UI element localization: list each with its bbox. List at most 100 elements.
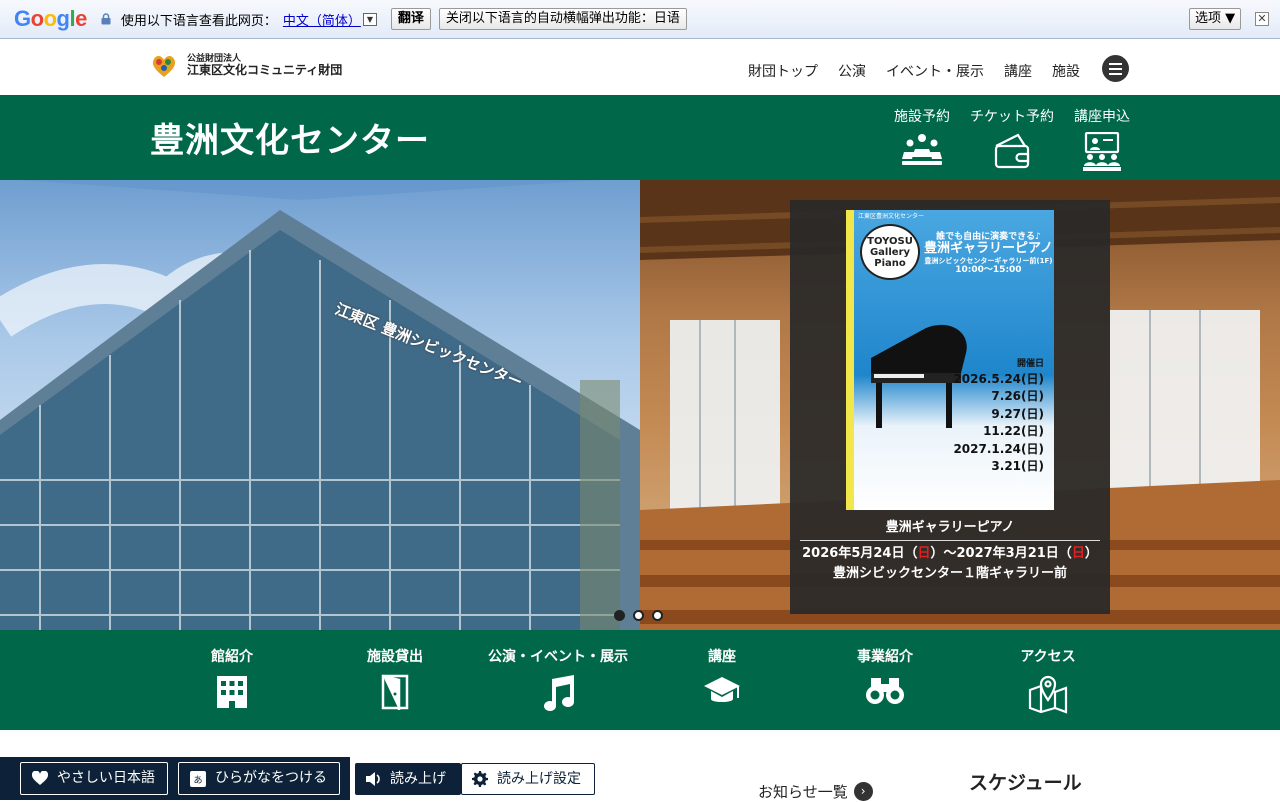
poster-hours: 10:00〜15:00 xyxy=(955,265,1022,276)
hamburger-menu-icon[interactable] xyxy=(1102,55,1129,82)
music-note-icon xyxy=(544,675,574,712)
slide-dot[interactable] xyxy=(633,610,644,621)
nav-facilities[interactable]: 施設 xyxy=(1052,61,1080,81)
ticket-icon xyxy=(994,133,1030,169)
top-nav: 財団トップ 公演 イベント・展示 講座 施設 xyxy=(748,61,1080,81)
add-hiragana-button[interactable]: あ ひらがなをつける xyxy=(178,762,340,795)
quick-link-label: チケット予約 xyxy=(970,109,1054,125)
org-logo[interactable]: 公益財団法人 江東区文化コミュニティ財団 xyxy=(150,53,342,79)
event-title: 豊洲ギャラリーピアノ xyxy=(885,520,1015,535)
nav-item-label: アクセス xyxy=(1020,649,1076,665)
svg-text:あ: あ xyxy=(193,775,202,786)
quick-link-label: 施設予約 xyxy=(894,109,950,125)
page-title: 豊洲文化センター xyxy=(150,121,430,161)
easy-japanese-label: やさしい日本語 xyxy=(57,770,155,786)
read-aloud-settings-button[interactable]: 読み上げ設定 xyxy=(461,763,595,795)
options-button[interactable]: 选项 ▼ xyxy=(1189,8,1242,30)
poster-badge-line: TOYOSU xyxy=(867,236,913,247)
poster-header: 江東区豊洲文化センター xyxy=(858,213,925,220)
event-date-end: ） xyxy=(1084,546,1098,561)
door-icon xyxy=(381,674,409,710)
nav-item-label: 講座 xyxy=(708,649,736,665)
nav-events-exhibits[interactable]: イベント・展示 xyxy=(886,61,984,81)
section-nav: 館紹介 施設貸出 公演・イベント・展示 講座 事業紹介 アクセス xyxy=(0,630,1280,730)
poster-date: 9.27(日) xyxy=(991,406,1044,421)
event-date: 2026年5月24日（日）～2027年3月21日（日） xyxy=(790,542,1110,561)
foundation-mark-icon xyxy=(150,53,178,79)
graduation-cap-icon xyxy=(704,677,740,702)
people-meeting-icon xyxy=(902,134,942,165)
speaker-icon xyxy=(366,772,380,786)
nav-item-label: 事業紹介 xyxy=(857,649,913,665)
binoculars-icon xyxy=(866,678,904,704)
translate-bar: Google 使用以下语言查看此网页： 中文（简体） ▼ 翻译 关闭以下语言的自… xyxy=(0,0,1280,39)
slide-dot[interactable] xyxy=(652,610,663,621)
nav-performances-events[interactable]: 公演・イベント・展示 xyxy=(483,646,633,712)
add-hiragana-label: ひらがなをつける xyxy=(215,770,327,786)
poster-date: 2027.1.24(日) xyxy=(953,441,1044,456)
hero-slider: 江東区 豊洲シビックセンター 江東区豊洲文化センター TOYOSU Galler… xyxy=(0,180,1280,630)
google-logo: Google xyxy=(14,6,87,31)
translate-button[interactable]: 翻译 xyxy=(390,8,431,30)
poster-date: 3.21(日) xyxy=(991,459,1044,473)
title-band: 豊洲文化センター 施設予約 チケット予約 講座申込 xyxy=(0,95,1280,180)
chevron-right-icon: › xyxy=(853,782,873,801)
disable-auto-banner-button[interactable]: 关闭以下语言的自动横幅弹出功能：日语 xyxy=(438,8,687,30)
poster-dates-label: 開催日 xyxy=(1016,359,1044,369)
poster-subtitle: 豊洲シビックセンターギャラリー前(1F) xyxy=(924,257,1053,266)
close-icon[interactable]: ✕ xyxy=(1255,12,1269,26)
site-header: 公益財団法人 江東区文化コミュニティ財団 財団トップ 公演 イベント・展示 講座… xyxy=(0,40,1280,95)
poster-date: 11.22(日) xyxy=(983,424,1044,439)
holiday-mark: 日 xyxy=(917,546,931,561)
poster-date: 2026.5.24(日) xyxy=(953,372,1044,387)
read-aloud-button[interactable]: 読み上げ xyxy=(355,763,461,795)
nav-access[interactable]: アクセス xyxy=(973,646,1123,714)
heart-icon xyxy=(32,771,48,785)
poster-date: 7.26(日) xyxy=(991,389,1044,404)
quick-link-course-application[interactable]: 講座申込 xyxy=(1057,106,1147,172)
nav-facility-rental[interactable]: 施設貸出 xyxy=(320,646,470,710)
poster-badge: TOYOSU Gallery Piano xyxy=(860,224,920,280)
gear-icon xyxy=(472,771,488,787)
language-select[interactable]: 中文（简体） xyxy=(283,10,361,29)
poster-badge-line: Gallery xyxy=(869,247,911,258)
translate-prompt: 使用以下语言查看此网页： xyxy=(120,13,277,29)
nav-courses[interactable]: 講座 xyxy=(647,646,797,708)
nav-item-label: 施設貸出 xyxy=(367,649,423,665)
poster-title: 誰でも自由に演奏できる♪ 豊洲ギャラリーピアノ 豊洲シビックセンターギャラリー前… xyxy=(924,232,1053,276)
slide-pagination xyxy=(614,610,663,621)
nav-performances[interactable]: 公演 xyxy=(838,61,866,81)
furigana-icon: あ xyxy=(190,771,206,787)
poster-main-title: 豊洲ギャラリーピアノ xyxy=(924,241,1053,257)
divider xyxy=(800,540,1100,541)
easy-japanese-button[interactable]: やさしい日本語 xyxy=(20,762,168,795)
lock-icon xyxy=(101,13,111,25)
schedule-heading: スケジュール xyxy=(969,772,1082,794)
poster-dates: 開催日 2026.5.24(日) 7.26(日) 9.27(日) 11.22(日… xyxy=(953,358,1044,475)
read-aloud-settings-label: 読み上げ設定 xyxy=(497,771,581,787)
quick-link-facility-booking[interactable]: 施設予約 xyxy=(877,106,967,168)
event-card[interactable]: 江東区豊洲文化センター TOYOSU Gallery Piano 誰でも自由に演… xyxy=(790,200,1110,614)
event-date-mid: ）～2027年3月21日（ xyxy=(930,546,1072,561)
nav-foundation-top[interactable]: 財団トップ xyxy=(748,61,818,81)
nav-about-hall[interactable]: 館紹介 xyxy=(157,646,307,708)
map-pin-icon xyxy=(1028,675,1068,714)
quick-link-ticket-booking[interactable]: チケット予約 xyxy=(967,106,1057,170)
news-list-link[interactable]: お知らせ一覧 › xyxy=(758,781,873,802)
building-photo: 江東区 豊洲シビックセンター xyxy=(0,180,640,630)
read-aloud-label: 読み上げ xyxy=(390,771,446,787)
event-date-start: 2026年5月24日（ xyxy=(802,546,918,561)
poster-badge-line: Piano xyxy=(874,258,906,269)
nav-item-label: 館紹介 xyxy=(211,649,253,665)
building-icon xyxy=(217,676,247,708)
nav-projects[interactable]: 事業紹介 xyxy=(810,646,960,706)
news-list-label: お知らせ一覧 xyxy=(758,783,848,801)
event-venue: 豊洲シビックセンター１階ギャラリー前 xyxy=(832,566,1067,581)
nav-courses[interactable]: 講座 xyxy=(1004,61,1032,81)
event-poster: 江東区豊洲文化センター TOYOSU Gallery Piano 誰でも自由に演… xyxy=(846,210,1054,510)
bottom-area: やさしい日本語 あ ひらがなをつける 読み上げ 読み上げ設定 お知らせ一覧 › … xyxy=(0,730,1280,802)
holiday-mark: 日 xyxy=(1071,546,1085,561)
slide-dot[interactable] xyxy=(614,610,625,621)
chevron-down-icon[interactable]: ▼ xyxy=(362,12,377,26)
nav-item-label: 公演・イベント・展示 xyxy=(488,649,628,665)
